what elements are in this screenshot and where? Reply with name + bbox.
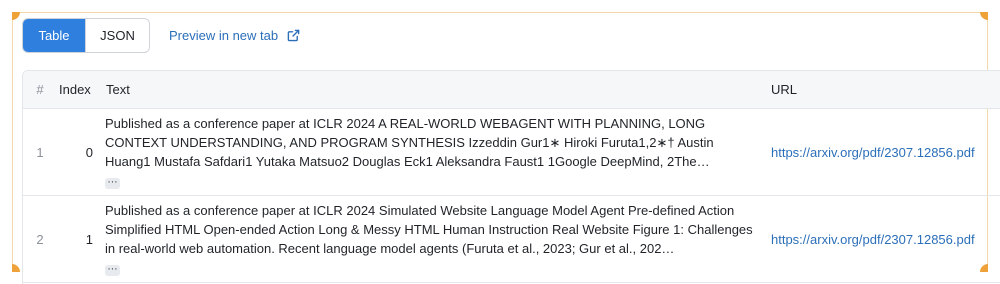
dataset-viewer: Table JSON Preview in new tab # Index Te…	[0, 0, 1000, 284]
header-text[interactable]: Text	[105, 82, 771, 97]
view-mode-toggle: Table JSON	[22, 18, 150, 53]
text-value: Published as a conference paper at ICLR …	[105, 116, 714, 169]
preview-link-label: Preview in new tab	[169, 28, 279, 43]
row-index: 0	[85, 144, 93, 160]
external-link-icon	[287, 29, 300, 42]
header-index[interactable]: Index	[57, 82, 105, 97]
row-index: 1	[85, 231, 93, 247]
expand-text-button[interactable]: ⋯	[105, 264, 120, 276]
table-row: 1 0 Published as a conference paper at I…	[23, 109, 1000, 196]
viewer-toolbar: Table JSON Preview in new tab	[22, 18, 300, 53]
text-cell: Published as a conference paper at ICLR …	[105, 201, 771, 277]
row-number: 1	[36, 144, 44, 160]
preview-in-new-tab-link[interactable]: Preview in new tab	[169, 28, 300, 43]
url-link[interactable]: https://arxiv.org/pdf/2307.12856.pdf	[771, 232, 1000, 247]
table-row: 2 1 Published as a conference paper at I…	[23, 196, 1000, 283]
expand-text-button[interactable]: ⋯	[105, 177, 120, 189]
text-value: Published as a conference paper at ICLR …	[105, 203, 753, 256]
tab-table[interactable]: Table	[23, 19, 85, 52]
data-table: # Index Text URL 1 0 Published as a conf…	[22, 70, 1000, 284]
url-link[interactable]: https://arxiv.org/pdf/2307.12856.pdf	[771, 145, 1000, 160]
header-row-number: #	[36, 82, 44, 97]
text-cell: Published as a conference paper at ICLR …	[105, 114, 771, 190]
table-header: # Index Text URL	[23, 71, 1000, 109]
header-url[interactable]: URL	[771, 82, 1000, 97]
row-number: 2	[36, 231, 44, 247]
tab-json[interactable]: JSON	[85, 19, 149, 52]
